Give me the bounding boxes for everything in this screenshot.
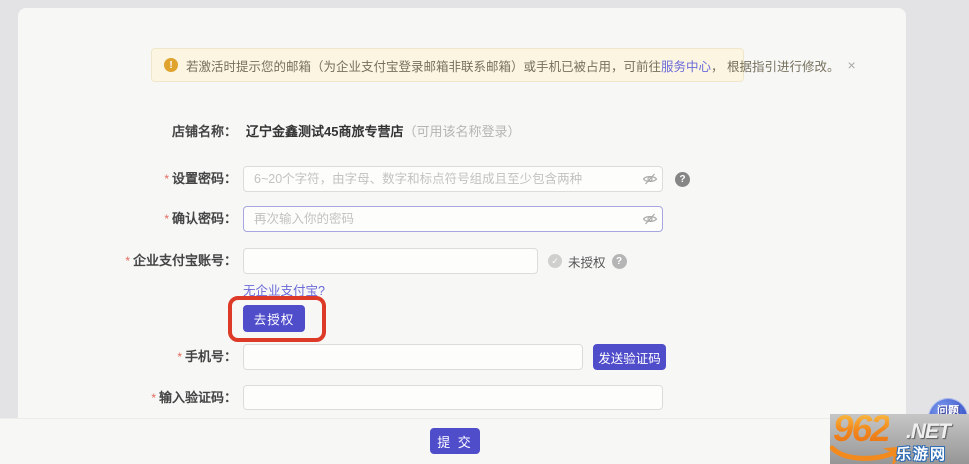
confirm-password-row: *确认密码： [18, 206, 906, 232]
warning-banner: ! 若激活时提示您的邮箱（为企业支付宝登录邮箱非联系邮箱）或手机已被占用，可前往… [151, 48, 744, 82]
required-mark: * [177, 350, 182, 364]
confirm-password-input[interactable] [243, 206, 663, 232]
authorize-button[interactable]: 去授权 [243, 305, 305, 332]
set-password-label: *设置密码： [18, 166, 237, 192]
alipay-status-text: 未授权 [568, 252, 606, 271]
watermark-logo: 962 .NET 乐游网 [830, 414, 969, 464]
submit-button[interactable]: 提 交 [430, 428, 480, 454]
logo-site-text: 乐游网 [896, 443, 947, 464]
store-name-label: 店铺名称： [18, 122, 237, 142]
banner-close-icon[interactable]: × [840, 57, 856, 73]
alipay-status: ✓ 未授权 ? [548, 248, 627, 274]
phone-label: *手机号： [18, 344, 237, 370]
phone-input[interactable] [243, 344, 583, 370]
activation-page: ! 若激活时提示您的邮箱（为企业支付宝登录邮箱非联系邮箱）或手机已被占用，可前往… [0, 0, 969, 464]
required-mark: * [151, 391, 156, 405]
store-name-row: 店铺名称： 辽宁金鑫测试45商旅专营店（可用该名称登录） [18, 122, 906, 142]
verify-code-label: *输入验证码： [18, 385, 237, 411]
banner-text-after: ， 根据指引进行修改。 [711, 56, 839, 75]
set-password-row: *设置密码： ? [18, 166, 906, 192]
alipay-label: *企业支付宝账号： [18, 248, 237, 274]
logo-number-text: 962 [833, 408, 889, 450]
alipay-help-icon[interactable]: ? [612, 254, 627, 269]
set-password-label-text: 设置密码： [172, 171, 237, 186]
alipay-row: *企业支付宝账号： ✓ 未授权 ? [18, 248, 906, 274]
set-password-input[interactable] [243, 166, 663, 192]
confirm-password-label-text: 确认密码： [172, 211, 237, 226]
required-mark: * [164, 212, 169, 226]
check-circle-icon: ✓ [548, 254, 562, 268]
store-name-text: 辽宁金鑫测试45商旅专营店 [246, 124, 403, 139]
phone-row: *手机号： 发送验证码 [18, 344, 906, 370]
authorize-row: 去授权 [18, 296, 906, 342]
banner-text: 若激活时提示您的邮箱（为企业支付宝登录邮箱非联系邮箱）或手机已被占用，可前往 [186, 56, 661, 75]
service-center-link[interactable]: 服务中心 [661, 56, 711, 75]
eye-slash-icon[interactable] [642, 211, 658, 227]
alipay-account-input[interactable] [243, 248, 538, 274]
logo-net-text: .NET [906, 420, 950, 444]
verify-code-row: *输入验证码： [18, 385, 906, 410]
eye-slash-icon[interactable] [642, 171, 658, 187]
confirm-password-label: *确认密码： [18, 206, 237, 232]
required-mark: * [125, 254, 130, 268]
footer-bar: 提 交 [0, 418, 969, 464]
required-mark: * [164, 172, 169, 186]
store-name-value: 辽宁金鑫测试45商旅专营店（可用该名称登录） [246, 122, 520, 142]
alipay-label-text: 企业支付宝账号： [133, 253, 237, 268]
send-code-button[interactable]: 发送验证码 [593, 344, 666, 370]
warning-icon: ! [164, 58, 178, 72]
store-name-hint: （可用该名称登录） [403, 124, 520, 139]
phone-label-text: 手机号： [185, 349, 237, 364]
verify-code-input[interactable] [243, 385, 663, 410]
verify-code-label-text: 输入验证码： [159, 390, 237, 405]
password-help-icon[interactable]: ? [675, 172, 690, 187]
form-card: ! 若激活时提示您的邮箱（为企业支付宝登录邮箱非联系邮箱）或手机已被占用，可前往… [18, 8, 906, 420]
